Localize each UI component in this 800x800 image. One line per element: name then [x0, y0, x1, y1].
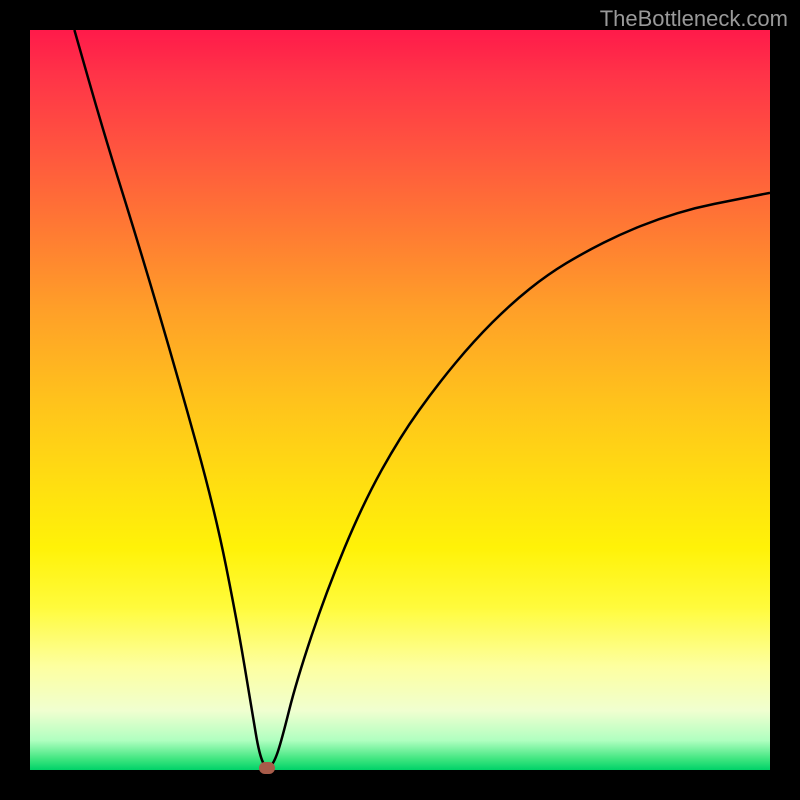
- watermark-text: TheBottleneck.com: [600, 6, 788, 32]
- plot-area: [30, 30, 770, 770]
- chart-container: TheBottleneck.com: [0, 0, 800, 800]
- minimum-point-marker: [259, 762, 275, 774]
- bottleneck-curve: [30, 30, 770, 770]
